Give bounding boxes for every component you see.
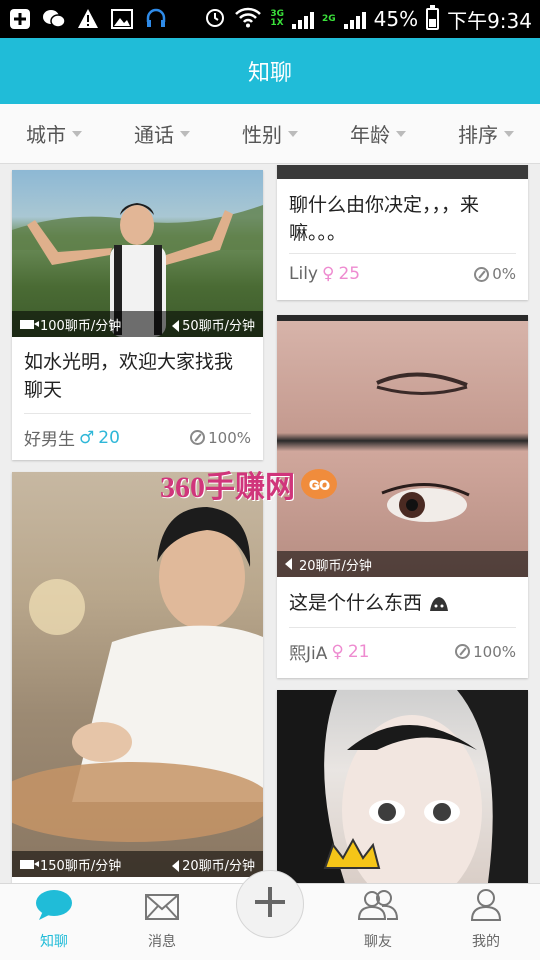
card-footer: Lily ♀ 25 0%: [289, 264, 516, 284]
answer-rate: 0%: [492, 265, 516, 283]
user-card[interactable]: 100聊币/分钟 50聊币/分钟 如水光明，欢迎大家找我聊天 好男生 ♂ 20 …: [12, 170, 263, 460]
battery-icon: [426, 5, 440, 30]
clock: 下午9:34: [447, 8, 532, 33]
voice-call-icon: [172, 860, 180, 872]
card-footer: 好男生 ♂ 20 100%: [24, 425, 251, 451]
envelope-icon: [144, 893, 180, 925]
caret-down-icon: [288, 130, 298, 137]
nav-label: 消息: [148, 934, 176, 950]
nav-label: 知聊: [40, 934, 68, 950]
answer-rate: 100%: [473, 642, 516, 661]
user-feed[interactable]: 100聊币/分钟 50聊币/分钟 如水光明，欢迎大家找我聊天 好男生 ♂ 20 …: [0, 165, 540, 883]
user-photo: 100聊币/分钟 50聊币/分钟: [12, 170, 263, 337]
signal-icon-2: [343, 9, 366, 29]
headset-icon: [144, 8, 168, 30]
caret-down-icon: [72, 130, 82, 137]
age: 25: [338, 264, 361, 284]
watermark-badge: GO: [301, 469, 337, 499]
watermark-overlay: 360手赚网 GO: [160, 462, 337, 506]
voice-call-icon: [285, 558, 292, 570]
network-type-label-2: 1X: [270, 18, 284, 28]
network-type-label-3: 2G: [321, 13, 336, 24]
card-title: 如水光明，欢迎大家找我聊天: [24, 351, 234, 401]
price-bar: 20聊币/分钟: [277, 551, 528, 577]
nav-messages[interactable]: 消息: [108, 884, 216, 960]
caret-down-icon: [180, 130, 190, 137]
person-icon: [469, 887, 503, 925]
divider: [289, 253, 516, 254]
user-photo: 20聊币/分钟: [277, 315, 528, 577]
divider: [289, 627, 516, 628]
price-bar: 150聊币/分钟 20聊币/分钟: [12, 851, 263, 877]
voice-call-icon: [172, 320, 180, 332]
watermark-text: 360手赚网: [160, 471, 295, 504]
answer-rate-icon: [455, 644, 471, 659]
video-call-icon: [20, 319, 39, 329]
emoji-icon: [422, 592, 450, 614]
page-title: 知聊: [247, 61, 292, 86]
username: Lily: [289, 264, 318, 284]
answer-rate-icon: [190, 430, 206, 445]
add-icon: [8, 8, 32, 30]
alarm-icon: [204, 6, 226, 33]
video-price: 100聊币/分钟: [40, 318, 122, 334]
filter-label: 城市: [26, 123, 66, 147]
card-title: 聊什么由你决定，，，来嘛。。。: [289, 194, 480, 244]
age: 21: [347, 641, 370, 662]
nav-me[interactable]: 我的: [432, 884, 540, 960]
caret-down-icon: [504, 130, 514, 137]
app-header: 知聊: [0, 38, 540, 104]
price-bar: 100聊币/分钟 50聊币/分钟: [12, 311, 263, 337]
filter-sort[interactable]: 排序: [432, 104, 540, 163]
user-photo: 150聊币/分钟 20聊币/分钟: [12, 472, 263, 877]
filter-call[interactable]: 通话: [108, 104, 216, 163]
filter-city[interactable]: 城市: [0, 104, 108, 163]
voice-price: 50聊币/分钟: [182, 318, 255, 334]
friends-icon: [356, 889, 400, 925]
user-card[interactable]: [277, 690, 528, 883]
user-card[interactable]: 150聊币/分钟 20聊币/分钟: [12, 472, 263, 883]
male-icon: ♂: [79, 427, 95, 448]
wechat-icon: [42, 8, 66, 30]
answer-rate-icon: [474, 266, 490, 282]
voice-price: 20聊币/分钟: [182, 858, 255, 874]
user-photo: [277, 690, 528, 883]
filter-label: 年龄: [350, 123, 390, 147]
card-title-text: 这是个什么东西: [289, 592, 423, 614]
filter-label: 排序: [458, 123, 498, 147]
nav-zhiliao[interactable]: 知聊: [0, 884, 108, 960]
voice-price: 20聊币/分钟: [299, 558, 372, 574]
wifi-icon: [234, 6, 262, 33]
answer-rate: 100%: [208, 428, 251, 447]
plus-icon: [253, 885, 287, 923]
caret-down-icon: [396, 130, 406, 137]
divider: [24, 413, 251, 414]
female-icon: ♀: [321, 264, 335, 284]
filter-label: 性别: [242, 123, 282, 147]
add-button[interactable]: [236, 870, 304, 938]
video-call-icon: [20, 859, 39, 869]
warning-icon: [76, 8, 100, 30]
video-price: 150聊币/分钟: [40, 858, 122, 874]
status-bar: 3G 1X 2G 45% 下午9:34: [0, 0, 540, 38]
female-icon: ♀: [331, 641, 344, 662]
filter-age[interactable]: 年龄: [324, 104, 432, 163]
battery-percent: 45%: [373, 7, 419, 31]
user-photo: [277, 165, 528, 179]
filter-bar: 城市 通话 性别 年龄 排序: [0, 104, 540, 164]
image-icon: [110, 8, 134, 30]
filter-label: 通话: [134, 123, 174, 147]
filter-gender[interactable]: 性别: [216, 104, 324, 163]
age: 20: [98, 427, 120, 448]
chat-bubble-icon: [35, 889, 73, 925]
user-card[interactable]: 聊什么由你决定，，，来嘛。。。 Lily ♀ 25 0%: [277, 165, 528, 300]
card-title: 这是个什么东西: [289, 589, 516, 617]
username: 好男生: [24, 430, 75, 450]
nav-label: 聊友: [364, 934, 392, 950]
nav-label: 我的: [472, 934, 500, 950]
username: 熙JiA: [289, 644, 328, 664]
signal-icon: [291, 9, 314, 29]
card-footer: 熙JiA ♀ 21 100%: [289, 639, 516, 665]
nav-friends[interactable]: 聊友: [324, 884, 432, 960]
